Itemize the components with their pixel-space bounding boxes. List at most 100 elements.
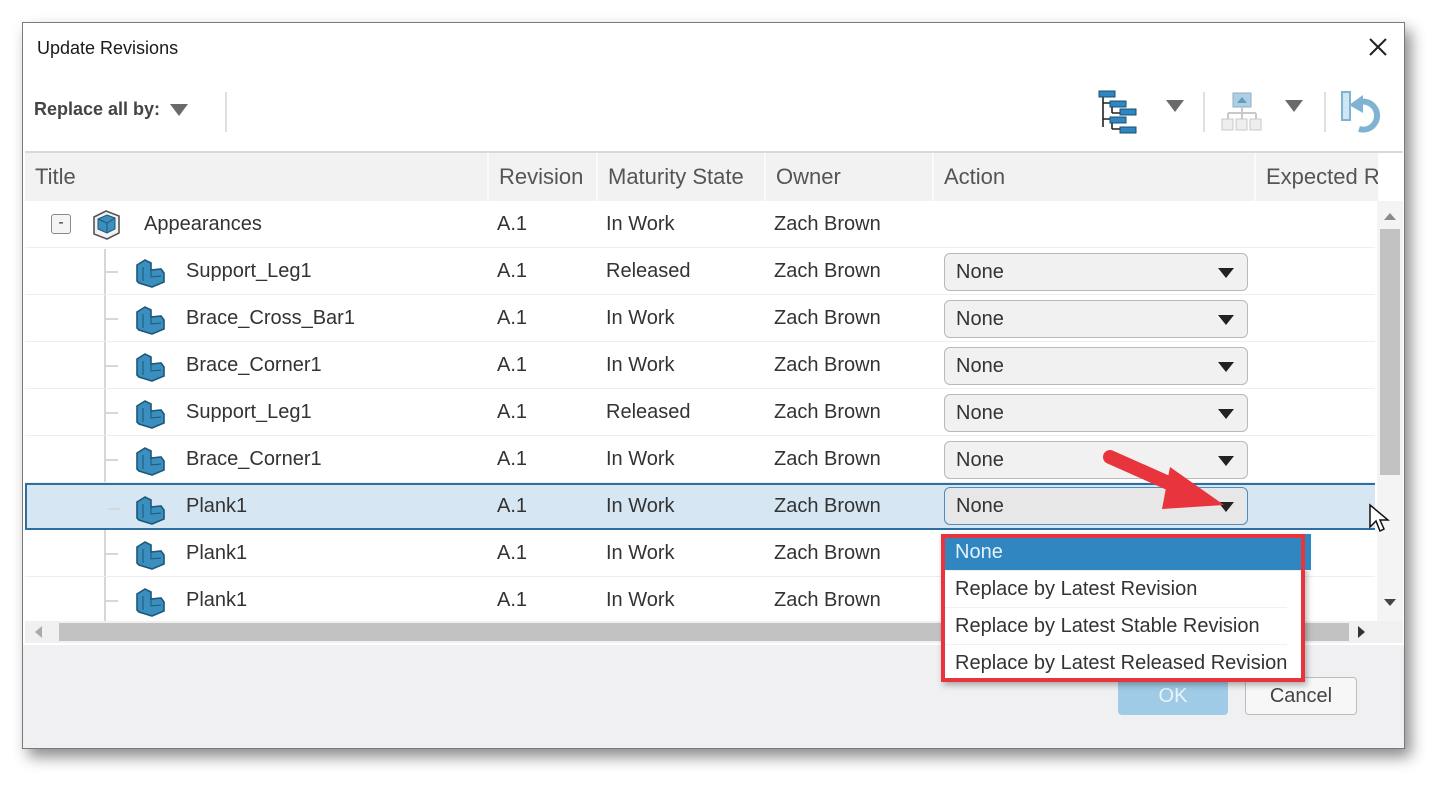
part-icon bbox=[136, 400, 165, 429]
tree-options-chevron-icon[interactable] bbox=[1166, 100, 1184, 112]
table-row[interactable]: Support_Leg1 A.1 Released Zach Brown Non… bbox=[25, 389, 1375, 436]
tree-connector bbox=[106, 365, 118, 367]
table-row[interactable]: Support_Leg1 A.1 Released Zach Brown Non… bbox=[25, 248, 1375, 295]
column-header-expected-revision[interactable]: Expected R... bbox=[1256, 153, 1378, 201]
row-maturity: Released bbox=[606, 401, 691, 423]
column-header-revision[interactable]: Revision bbox=[489, 153, 598, 201]
row-title: Brace_Cross_Bar1 bbox=[186, 307, 355, 329]
part-icon bbox=[136, 541, 165, 570]
row-maturity: In Work bbox=[606, 307, 675, 329]
toolbar-separator bbox=[1324, 92, 1326, 132]
tree-connector bbox=[106, 459, 118, 461]
action-select-value: None bbox=[956, 495, 1004, 517]
vertical-scroll-thumb[interactable] bbox=[1380, 229, 1400, 475]
table-row[interactable]: Brace_Corner1 A.1 In Work Zach Brown Non… bbox=[25, 436, 1375, 483]
table-row[interactable]: - Appearances A.1 In Work Zach Brown bbox=[25, 201, 1375, 248]
collapse-toggle[interactable]: - bbox=[51, 214, 71, 234]
dropdown-option-latest-released-revision[interactable]: Replace by Latest Released Revision bbox=[941, 645, 1287, 682]
row-revision: A.1 bbox=[497, 213, 528, 235]
ok-button[interactable]: OK bbox=[1118, 677, 1228, 715]
row-revision: A.1 bbox=[497, 354, 528, 376]
part-icon bbox=[136, 353, 165, 382]
table-row-selected[interactable]: Plank1 A.1 In Work Zach Brown None bbox=[25, 483, 1375, 530]
tree-structure-icon[interactable] bbox=[1098, 89, 1144, 137]
toolbar-separator bbox=[1203, 92, 1205, 132]
action-select-value: None bbox=[956, 261, 1004, 283]
row-maturity: In Work bbox=[606, 542, 675, 564]
action-select[interactable]: None bbox=[944, 347, 1248, 385]
hierarchy-icon[interactable] bbox=[1221, 91, 1263, 133]
title-bar: Update Revisions bbox=[23, 23, 1404, 75]
tree-connector bbox=[108, 508, 120, 510]
tree-connector bbox=[106, 600, 118, 602]
scroll-left-arrow-icon[interactable] bbox=[35, 626, 42, 638]
table-row[interactable]: Brace_Cross_Bar1 A.1 In Work Zach Brown … bbox=[25, 295, 1375, 342]
row-maturity: In Work bbox=[606, 448, 675, 470]
row-title: Brace_Corner1 bbox=[186, 448, 322, 470]
tree-connector bbox=[106, 412, 118, 414]
dropdown-arrow-icon bbox=[1218, 315, 1234, 325]
close-button[interactable] bbox=[1366, 35, 1390, 59]
table-row[interactable]: Brace_Corner1 A.1 In Work Zach Brown Non… bbox=[25, 342, 1375, 389]
action-select[interactable]: None bbox=[944, 394, 1248, 432]
action-select[interactable]: None bbox=[944, 300, 1248, 338]
row-title: Plank1 bbox=[186, 589, 248, 611]
scroll-down-arrow-icon[interactable] bbox=[1384, 599, 1396, 606]
row-owner: Zach Brown bbox=[774, 542, 881, 564]
tree-connector bbox=[106, 318, 118, 320]
dropdown-option-none[interactable]: None bbox=[941, 534, 1311, 571]
row-revision: A.1 bbox=[497, 307, 528, 329]
replace-all-label: Replace all by: bbox=[34, 99, 161, 119]
column-header-action[interactable]: Action bbox=[934, 153, 1256, 201]
hierarchy-options-chevron-icon[interactable] bbox=[1285, 100, 1303, 112]
row-revision: A.1 bbox=[497, 589, 528, 611]
tree-connector bbox=[106, 553, 118, 555]
dropdown-option-latest-stable-revision[interactable]: Replace by Latest Stable Revision bbox=[941, 608, 1287, 645]
chevron-down-icon bbox=[170, 103, 189, 116]
row-owner: Zach Brown bbox=[774, 260, 881, 282]
close-icon bbox=[1369, 38, 1387, 56]
row-maturity: In Work bbox=[606, 354, 675, 376]
row-owner: Zach Brown bbox=[774, 589, 881, 611]
row-maturity: In Work bbox=[606, 213, 675, 235]
scroll-right-arrow-icon[interactable] bbox=[1358, 626, 1365, 638]
action-select[interactable]: None bbox=[944, 441, 1248, 479]
column-header-maturity-state[interactable]: Maturity State bbox=[598, 153, 766, 201]
row-owner: Zach Brown bbox=[774, 495, 881, 517]
row-owner: Zach Brown bbox=[774, 354, 881, 376]
toolbar-separator bbox=[225, 92, 227, 132]
replace-all-by-dropdown[interactable]: Replace all by: bbox=[34, 99, 189, 120]
row-maturity: Released bbox=[606, 260, 691, 282]
row-title: Plank1 bbox=[186, 542, 248, 564]
part-icon bbox=[136, 588, 165, 617]
scroll-up-arrow-icon[interactable] bbox=[1384, 213, 1396, 220]
vertical-scrollbar[interactable] bbox=[1377, 201, 1403, 621]
row-owner: Zach Brown bbox=[774, 401, 881, 423]
part-icon bbox=[136, 496, 165, 525]
column-header-owner[interactable]: Owner bbox=[766, 153, 934, 201]
dropdown-arrow-icon bbox=[1218, 409, 1234, 419]
row-title: Brace_Corner1 bbox=[186, 354, 322, 376]
revert-icon[interactable] bbox=[1339, 89, 1383, 135]
grid-header: Title Revision Maturity State Owner Acti… bbox=[25, 153, 1378, 201]
row-title: Support_Leg1 bbox=[186, 260, 312, 282]
cancel-button[interactable]: Cancel bbox=[1245, 677, 1357, 715]
row-title: Plank1 bbox=[186, 495, 248, 517]
row-revision: A.1 bbox=[497, 401, 528, 423]
row-revision: A.1 bbox=[497, 448, 528, 470]
dropdown-arrow-icon bbox=[1218, 362, 1234, 372]
row-owner: Zach Brown bbox=[774, 213, 881, 235]
row-owner: Zach Brown bbox=[774, 448, 881, 470]
toolbar: Replace all by: bbox=[23, 83, 1404, 149]
row-title: Appearances bbox=[144, 213, 262, 235]
row-title: Support_Leg1 bbox=[186, 401, 312, 423]
dropdown-arrow-icon bbox=[1218, 268, 1234, 278]
part-icon bbox=[136, 306, 165, 335]
column-header-title[interactable]: Title bbox=[25, 153, 489, 201]
action-select[interactable]: None bbox=[944, 253, 1248, 291]
action-select-value: None bbox=[956, 402, 1004, 424]
action-select-open[interactable]: None bbox=[944, 487, 1248, 525]
dropdown-option-latest-revision[interactable]: Replace by Latest Revision bbox=[941, 571, 1287, 608]
assembly-icon bbox=[93, 210, 120, 240]
row-revision: A.1 bbox=[497, 542, 528, 564]
